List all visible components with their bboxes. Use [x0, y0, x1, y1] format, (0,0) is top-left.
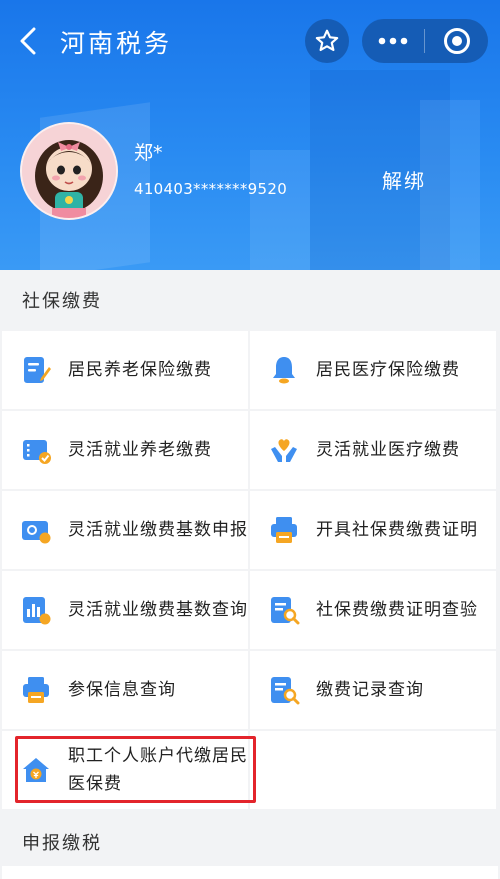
social-security-grid: 居民养老保险缴费 居民医疗保险缴费 灵活就业养老缴费 灵活就业医疗缴费 灵活就业… — [2, 331, 498, 809]
user-id-number: 410403*******9520 — [134, 180, 288, 198]
section-title-tax-declaration: 申报缴税 — [22, 833, 102, 854]
house-icon — [23, 758, 49, 782]
item-employee-account-pay-medical[interactable]: 职工个人账户代缴居民医保费 — [2, 731, 248, 809]
item-flexible-pension[interactable]: 灵活就业养老缴费 — [2, 411, 248, 489]
item-resident-pension[interactable]: 居民养老保险缴费 — [2, 331, 248, 409]
item-flexible-base-declare[interactable]: 灵活就业缴费基数申报 — [2, 491, 248, 569]
item-payment-record-query[interactable]: 缴费记录查询 — [250, 651, 496, 729]
item-resident-medical[interactable]: 居民医疗保险缴费 — [250, 331, 496, 409]
star-icon — [315, 29, 339, 52]
chevron-left-icon — [20, 27, 36, 55]
item-flexible-medical[interactable]: 灵活就业医疗缴费 — [250, 411, 496, 489]
printer-icon — [23, 677, 49, 703]
close-miniprogram-button[interactable] — [425, 19, 488, 63]
item-label: 灵活就业养老缴费 — [68, 440, 212, 460]
empty-grid-cell — [250, 731, 496, 809]
bell-icon — [273, 357, 295, 384]
cartoon-girl-avatar-icon — [22, 124, 116, 218]
item-label: 职工个人账户代缴居民医保费 — [68, 746, 248, 794]
item-label: 社保费缴费证明查验 — [316, 600, 478, 620]
more-dots-icon — [378, 37, 408, 45]
printer-icon — [271, 517, 297, 543]
user-name: 郑* — [134, 142, 163, 164]
item-label: 开具社保费缴费证明 — [316, 520, 478, 540]
doc-search-icon — [271, 597, 300, 625]
heart-hands-icon — [271, 439, 297, 462]
unbind-button[interactable]: 解绑 — [382, 165, 426, 194]
item-flexible-base-query[interactable]: 灵活就业缴费基数查询 — [2, 571, 248, 649]
item-label: 灵活就业缴费基数申报 — [68, 520, 248, 540]
item-insurance-info-query[interactable]: 参保信息查询 — [2, 651, 248, 729]
page-title: 河南税务 — [60, 29, 173, 58]
card-icon — [22, 521, 51, 544]
item-label: 居民医疗保险缴费 — [316, 360, 460, 380]
item-label: 参保信息查询 — [68, 680, 176, 700]
item-verify-certificate[interactable]: 社保费缴费证明查验 — [250, 571, 496, 649]
profile-header: 河南税务 郑* 410403*******9520 解绑 — [0, 0, 500, 270]
background-building — [420, 100, 480, 270]
background-building — [250, 150, 310, 270]
item-issue-certificate[interactable]: 开具社保费缴费证明 — [250, 491, 496, 569]
favorite-button[interactable] — [305, 19, 349, 63]
item-label: 缴费记录查询 — [316, 680, 424, 700]
item-label: 灵活就业医疗缴费 — [316, 440, 460, 460]
target-circle-icon — [443, 28, 470, 54]
avatar — [20, 122, 118, 220]
miniprogram-capsule — [362, 19, 488, 63]
item-label: 灵活就业缴费基数查询 — [68, 600, 248, 620]
ticket-icon — [23, 440, 51, 464]
item-label: 居民养老保险缴费 — [68, 360, 212, 380]
pension-doc-icon — [24, 357, 51, 383]
section-title-social-security: 社保缴费 — [22, 291, 102, 312]
doc-search-icon — [271, 677, 300, 705]
chart-icon — [23, 597, 51, 625]
back-button[interactable] — [16, 27, 40, 55]
tax-section-card — [2, 866, 498, 879]
more-button[interactable] — [362, 19, 424, 63]
